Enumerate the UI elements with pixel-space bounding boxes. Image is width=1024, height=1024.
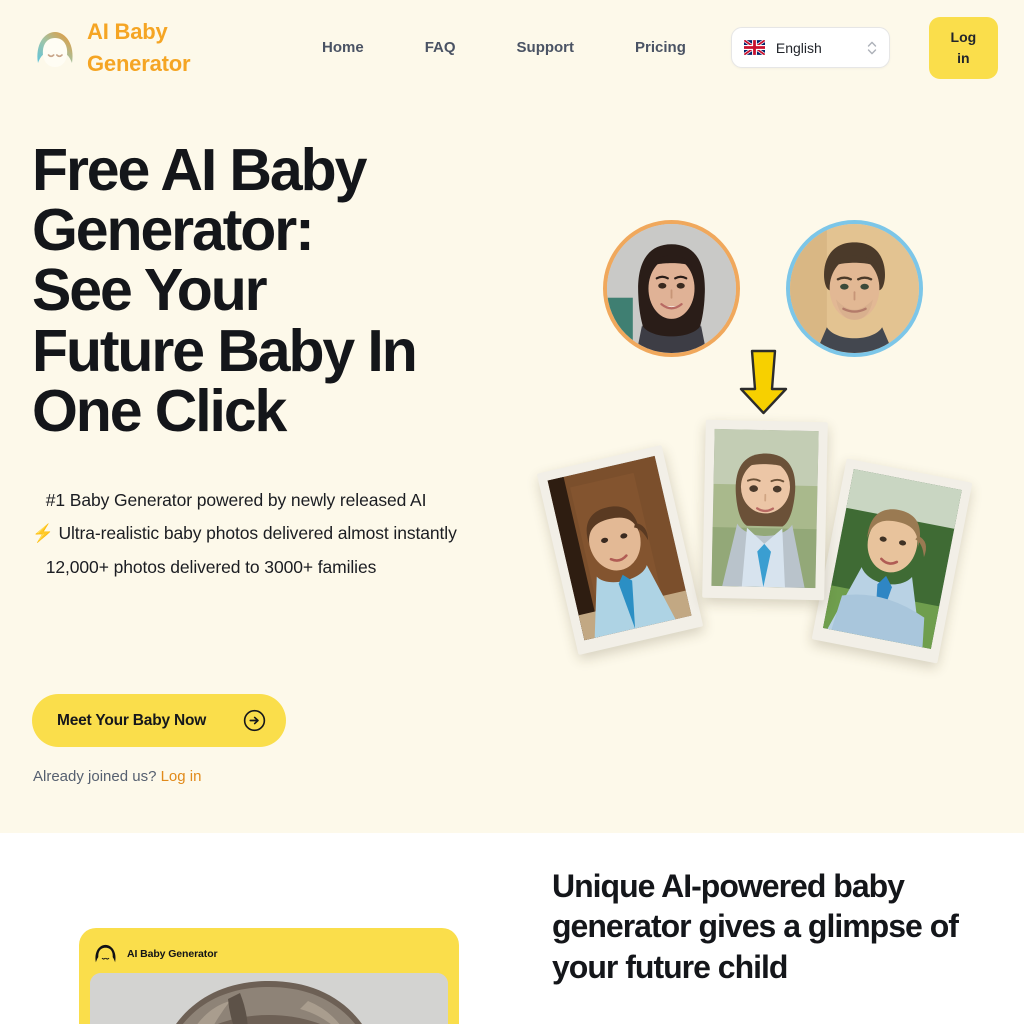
baby-photo-right-image	[822, 469, 962, 650]
baby-face-gradient-icon	[37, 31, 73, 67]
login-button[interactable]: Log in	[928, 16, 998, 79]
hero-bullet-1: #1 Baby Generator powered by newly relea…	[32, 484, 502, 518]
baby-photo-left	[536, 444, 704, 656]
brand-logo-link[interactable]: AI Baby Generator	[32, 16, 209, 78]
baby-photo-center-image	[711, 428, 819, 589]
nav-item-support[interactable]: Support	[517, 39, 575, 56]
hero-bullet-2: ⚡ Ultra-realistic baby photos delivered …	[32, 517, 502, 551]
hero-bullet-list: #1 Baby Generator powered by newly relea…	[32, 484, 502, 585]
hero-title: Free AI Baby Generator: See Your Future …	[32, 137, 418, 444]
bullet-text: 12,000+ photos delivered to 3000+ famili…	[41, 557, 377, 578]
bullet-emoji: ⚡	[32, 523, 54, 544]
preview-card-photo	[90, 973, 448, 1024]
baby-photo-center	[702, 419, 828, 601]
mother-portrait	[603, 220, 740, 357]
nav-item-home[interactable]: Home	[322, 39, 364, 56]
nav-item-faq[interactable]: FAQ	[425, 39, 456, 56]
hero-bullet-3: 12,000+ photos delivered to 3000+ famili…	[32, 551, 502, 585]
main-nav: Home FAQ Support Pricing	[322, 39, 686, 56]
language-selector[interactable]: English	[730, 27, 890, 68]
nav-item-pricing[interactable]: Pricing	[635, 39, 686, 56]
brand-name: AI Baby Generator	[87, 19, 191, 76]
hero-illustration	[536, 195, 1010, 715]
section2-title: Unique AI-powered baby generator gives a…	[552, 868, 959, 985]
preview-card: AI Baby Generator	[79, 928, 459, 1024]
arrow-right-circle-icon	[243, 709, 266, 732]
preview-card-header: AI Baby Generator	[90, 939, 448, 969]
login-link[interactable]: Log in	[161, 768, 202, 785]
bullet-text: Ultra-realistic baby photos delivered al…	[53, 523, 457, 544]
meet-your-baby-button[interactable]: Meet Your Baby Now	[32, 694, 286, 747]
landing-page: AI Baby Generator Home FAQ Support Prici…	[0, 0, 1024, 1024]
cta-label: Meet Your Baby Now	[57, 711, 207, 729]
hero-content: Free AI Baby Generator: See Your Future …	[32, 137, 502, 785]
baby-photo-right	[811, 458, 973, 664]
baby-photo-left-image	[547, 455, 692, 641]
site-header: AI Baby Generator Home FAQ Support Prici…	[0, 0, 1024, 95]
uk-flag-icon	[743, 40, 765, 55]
preview-card-brand: AI Baby Generator	[127, 948, 218, 960]
bullet-text: #1 Baby Generator powered by newly relea…	[41, 489, 427, 510]
chevron-up-down-icon	[867, 41, 876, 54]
already-joined-text: Already joined us? Log in	[33, 768, 201, 785]
baby-face-black-icon	[95, 944, 116, 965]
language-value: English	[775, 39, 822, 56]
already-joined-label: Already joined us?	[33, 768, 161, 785]
father-portrait	[786, 220, 923, 357]
down-arrow-icon	[739, 349, 788, 415]
